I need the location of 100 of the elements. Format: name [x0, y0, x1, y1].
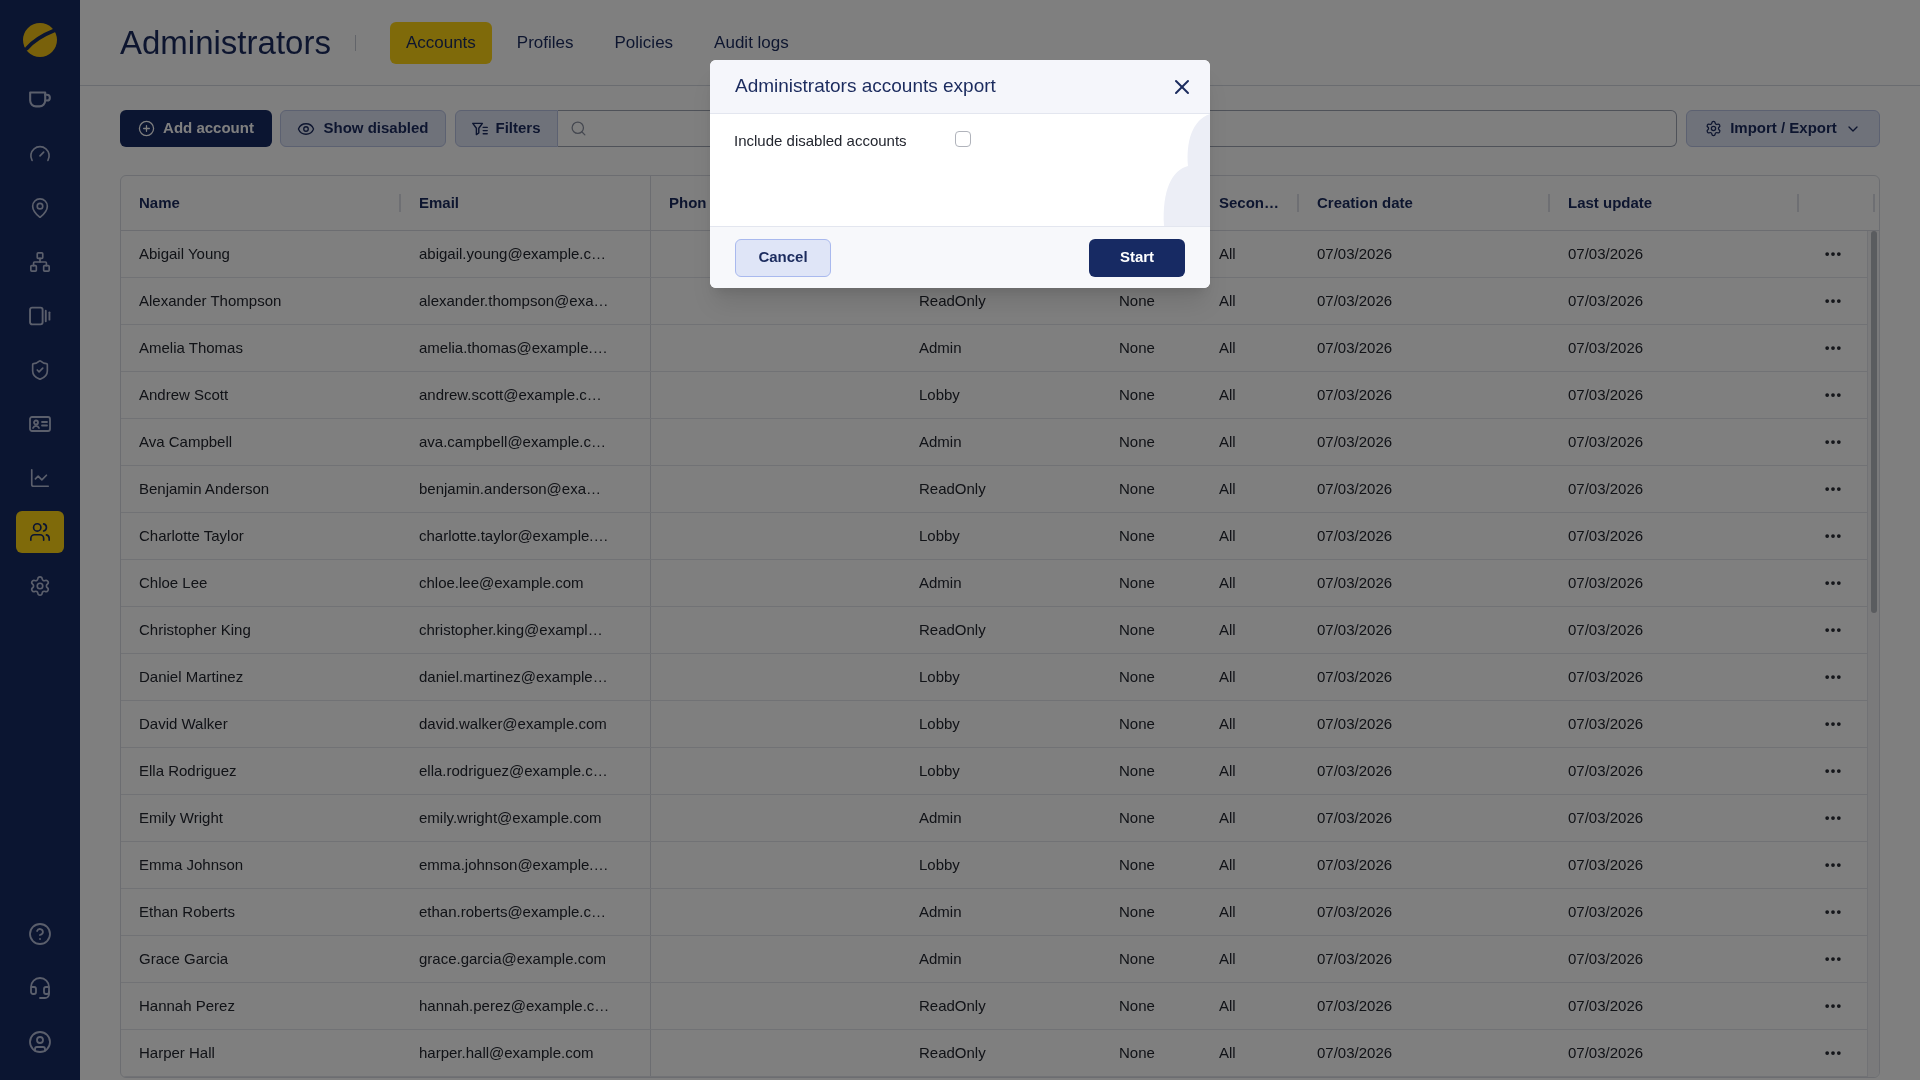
table-cell-text: Lobby	[919, 525, 960, 546]
tab[interactable]: Profiles	[500, 29, 590, 56]
table-cell-text: None	[1119, 1042, 1155, 1063]
table-cell-text: ethan.roberts@example.c…	[419, 901, 606, 922]
import-export-button[interactable]: Import / Export	[1686, 110, 1880, 147]
table-cell-text: Daniel Martinez	[139, 666, 244, 687]
table-cell-text: 07/03/2026	[1568, 478, 1644, 499]
table-cell-text: None	[1119, 290, 1155, 311]
table-cell-text: All	[1219, 384, 1236, 405]
option-label: Include disabled accounts	[734, 131, 907, 151]
table-cell-text: ReadOnly	[919, 478, 986, 499]
nav-item[interactable]	[16, 511, 64, 553]
table-cell-text: None	[1119, 807, 1155, 828]
table-cell-text: 07/03/2026	[1317, 290, 1393, 311]
table-cell-text: Grace Garcia	[139, 948, 229, 969]
table-cell-text: David Walker	[139, 713, 228, 734]
table-cell-text: Admin	[919, 807, 962, 828]
table-cell-text: All	[1219, 1042, 1236, 1063]
table-cell-text: None	[1119, 713, 1155, 734]
filters-button[interactable]: Filters	[455, 110, 558, 147]
table-cell-text: Abigail Young	[139, 243, 230, 264]
tab[interactable]: Policies	[598, 29, 690, 56]
tab[interactable]: Accounts	[389, 21, 492, 64]
map-pin-icon	[29, 197, 51, 219]
table-cell-text: All	[1219, 995, 1236, 1016]
table-cell-text: Andrew Scott	[139, 384, 229, 405]
table-cell-text: None	[1119, 572, 1155, 593]
table-cell-text: None	[1119, 854, 1155, 875]
start-button[interactable]: Start	[1089, 238, 1185, 277]
cancel-button[interactable]: Cancel	[735, 238, 831, 277]
table-cell-text: Alexander Thompson	[139, 290, 282, 311]
table-cell-text: 07/03/2026	[1317, 854, 1393, 875]
table-cell-text: Ella Rodriguez	[139, 760, 237, 781]
table-cell-text: 07/03/2026	[1568, 431, 1644, 452]
table-cell-text: 07/03/2026	[1317, 995, 1393, 1016]
table-cell-text: None	[1119, 666, 1155, 687]
table-cell-text: harper.hall@example.com	[419, 1042, 594, 1063]
search-icon	[570, 120, 587, 137]
table-cell-text: 07/03/2026	[1317, 713, 1393, 734]
table-cell-text: andrew.scott@example.c…	[419, 384, 602, 405]
filter-icon	[472, 121, 489, 136]
tablet-icon	[29, 305, 51, 327]
table-cell-text: 07/03/2026	[1317, 384, 1393, 405]
table-cell-text: All	[1219, 901, 1236, 922]
table-cell-text: Hannah Perez	[139, 995, 235, 1016]
table-cell-text: None	[1119, 337, 1155, 358]
table-cell-text: All	[1219, 243, 1236, 264]
table-cell-text: 07/03/2026	[1317, 431, 1393, 452]
table-cell-text: ReadOnly	[919, 1042, 986, 1063]
table-cell-text: 07/03/2026	[1568, 948, 1644, 969]
table-cell-text: 07/03/2026	[1317, 525, 1393, 546]
table-cell-text: daniel.martinez@example…	[419, 666, 608, 687]
gear-icon	[1705, 120, 1723, 137]
add-account-button[interactable]: Add account	[120, 110, 272, 147]
table-cell-text: Lobby	[919, 760, 960, 781]
table-cell-text: 07/03/2026	[1568, 713, 1644, 734]
table-cell-text: Lobby	[919, 854, 960, 875]
table-cell-text: alexander.thompson@exa…	[419, 290, 609, 311]
table-cell-text: david.walker@example.com	[419, 713, 607, 734]
checkbox[interactable]	[954, 131, 971, 147]
column-header: Creation date	[1317, 194, 1413, 211]
scrollbar-thumb[interactable]	[1870, 231, 1877, 613]
table-cell-text: Lobby	[919, 666, 960, 687]
table-cell-text: 07/03/2026	[1568, 760, 1644, 781]
table-cell-text: 07/03/2026	[1317, 243, 1393, 264]
table-cell-text: Lobby	[919, 384, 960, 405]
table-cell-text: 07/03/2026	[1317, 666, 1393, 687]
table-cell-text: Ava Campbell	[139, 431, 233, 452]
table-cell-text: ReadOnly	[919, 619, 986, 640]
table-cell-text: None	[1119, 948, 1155, 969]
line-chart-icon	[29, 467, 51, 489]
table-cell-text: All	[1219, 807, 1236, 828]
table-cell-text: Lobby	[919, 713, 960, 734]
settings-icon	[29, 575, 51, 597]
table-cell-text: Chloe Lee	[139, 572, 208, 593]
table-cell-text: Benjamin Anderson	[139, 478, 270, 499]
table-cell-text: All	[1219, 525, 1236, 546]
table-cell-text: Admin	[919, 572, 962, 593]
table-cell-text: Charlotte Taylor	[139, 525, 244, 546]
tab[interactable]: Audit logs	[698, 29, 805, 56]
table-cell-text: 07/03/2026	[1568, 901, 1644, 922]
table-cell-text: None	[1119, 901, 1155, 922]
table-cell-text: 07/03/2026	[1317, 807, 1393, 828]
table-cell-text: All	[1219, 478, 1236, 499]
table-cell-text: 07/03/2026	[1568, 243, 1644, 264]
table-cell-text: 07/03/2026	[1317, 948, 1393, 969]
table-cell-text: 07/03/2026	[1317, 478, 1393, 499]
headset-icon[interactable]	[28, 976, 52, 1000]
help-icon[interactable]	[28, 922, 52, 946]
table-cell-text: 07/03/2026	[1317, 760, 1393, 781]
table-cell-text: All	[1219, 713, 1236, 734]
logo-icon[interactable]	[23, 23, 57, 57]
table-cell-text: 07/03/2026	[1317, 337, 1393, 358]
page-title: Administrators	[120, 26, 331, 59]
table-cell-text: None	[1119, 619, 1155, 640]
column-header: Secon…	[1219, 194, 1279, 211]
table-cell-text: All	[1219, 948, 1236, 969]
table-cell-text: 07/03/2026	[1568, 572, 1644, 593]
user-circle-icon[interactable]	[28, 1030, 52, 1054]
table-cell-text: 07/03/2026	[1317, 1042, 1393, 1063]
